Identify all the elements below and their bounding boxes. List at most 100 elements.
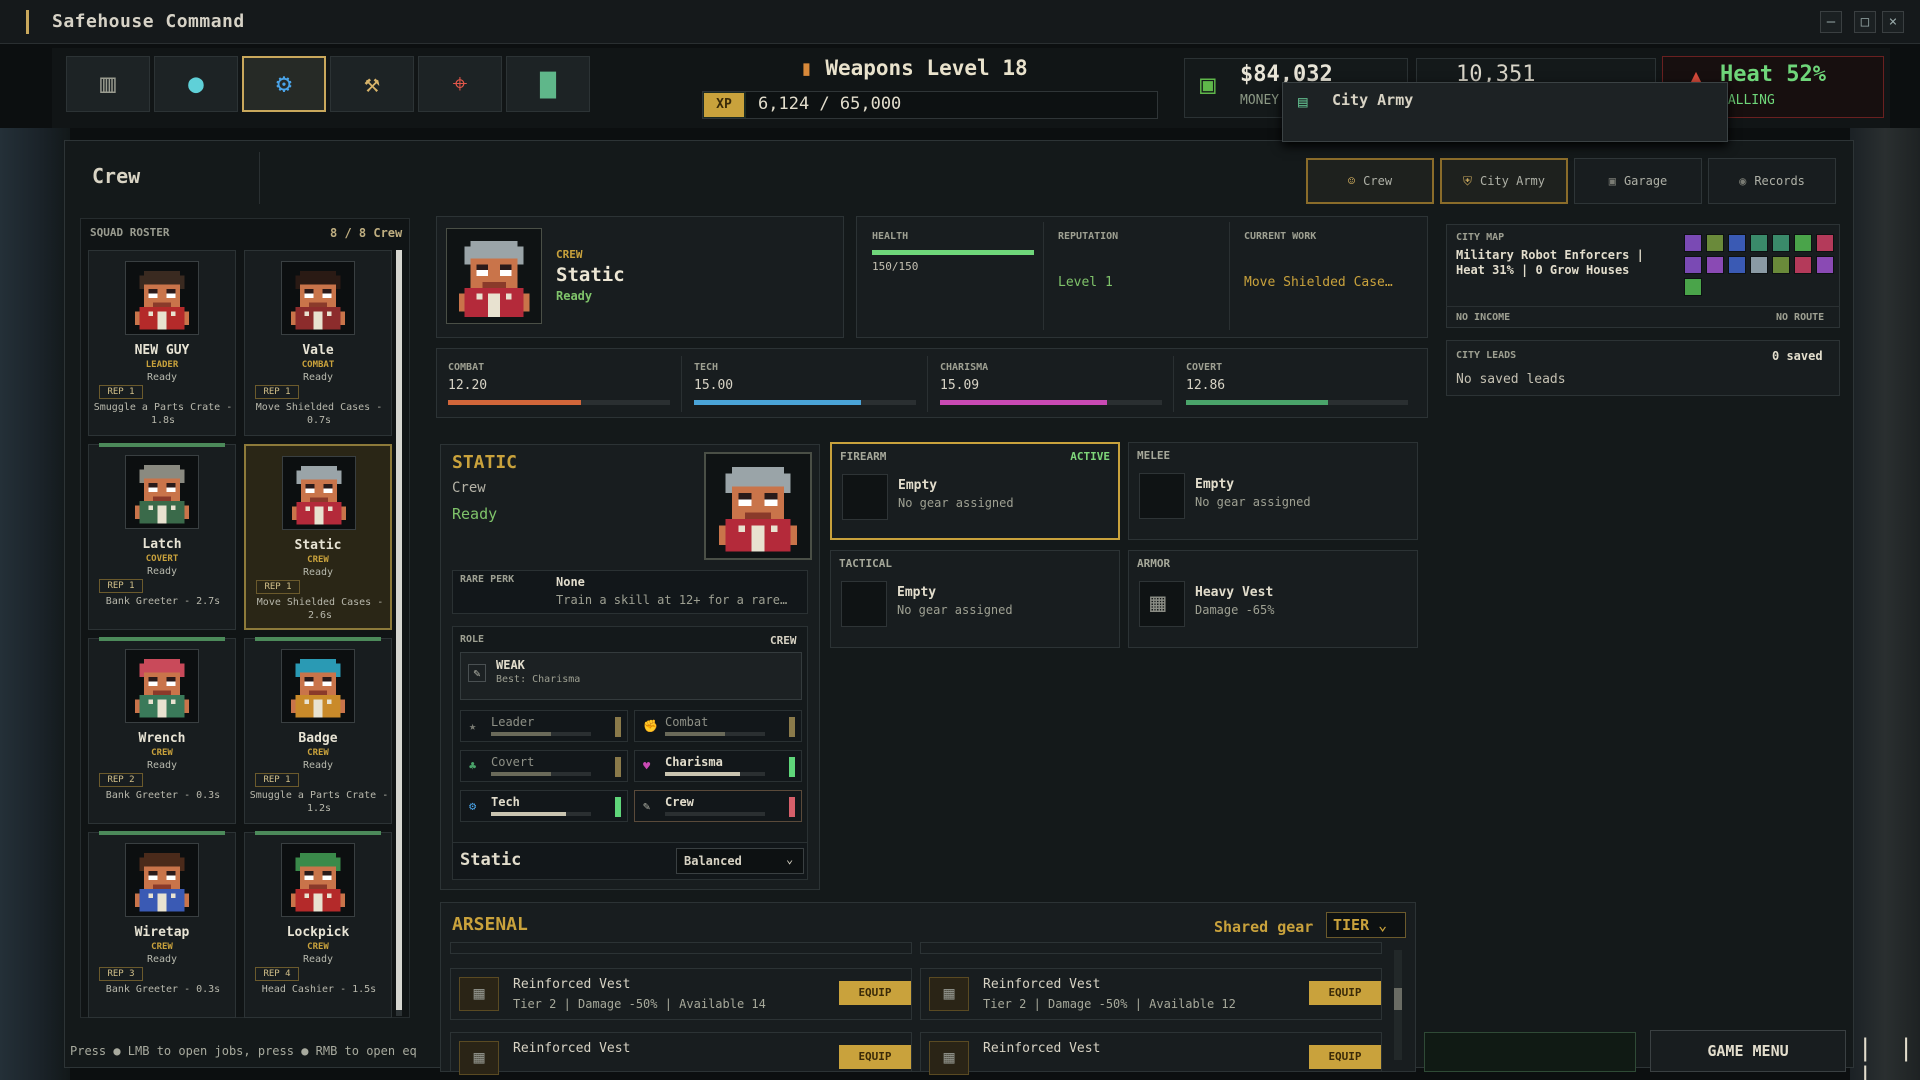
gear-subtitle: No gear assigned (897, 603, 1013, 617)
tool-button-globe[interactable]: ● (154, 56, 238, 112)
city-leads-count: 0 saved (1772, 349, 1823, 363)
tab-crew[interactable]: ☺ Crew (1306, 158, 1434, 204)
map-district-tile[interactable] (1794, 234, 1812, 252)
equip-button[interactable]: EQUIP (1309, 981, 1381, 1005)
roster-label: SQUAD ROSTER (90, 226, 170, 239)
current-work-label: CURRENT WORK (1244, 231, 1317, 242)
crew-sprite (135, 271, 189, 330)
gear-icon: ⚙ (276, 69, 292, 99)
skill-name: Crew (665, 795, 694, 809)
equip-button[interactable]: EQUIP (1309, 1045, 1381, 1069)
close-button[interactable]: × (1882, 11, 1904, 33)
skill-combat[interactable]: ✊ Combat (634, 710, 802, 742)
roster-count: 8 / 8 Crew (330, 226, 403, 240)
map-district-tile[interactable] (1750, 234, 1768, 252)
gear-icon-box (1139, 473, 1185, 519)
crew-job: Bank Greeter - 0.3s (105, 984, 221, 995)
tier-filter[interactable]: TIER ⌄ (1326, 912, 1406, 938)
crew-status: Ready (146, 760, 178, 771)
skill-bar (491, 772, 591, 776)
crew-card-vale[interactable]: Vale COMBAT Ready REP 1 Move Shielded Cases … (244, 250, 392, 436)
detail-portrait (704, 452, 812, 560)
map-district-tile[interactable] (1750, 256, 1768, 274)
skill-name: Covert (491, 755, 535, 769)
health-value: 150/150 (872, 260, 919, 273)
equip-button[interactable]: EQUIP (839, 981, 911, 1005)
xp-tag: XP (704, 93, 744, 117)
map-district-tile[interactable] (1684, 234, 1702, 252)
skill-charisma[interactable]: ♥ Charisma (634, 750, 802, 782)
reputation-label: REPUTATION (1058, 231, 1119, 242)
tool-button-chart[interactable]: ▇ (506, 56, 590, 112)
skill-leader[interactable]: ★ Leader (460, 710, 628, 742)
skill-tech[interactable]: ⚙ Tech (460, 790, 628, 822)
arsenal-scroll-thumb[interactable] (1394, 988, 1402, 1010)
skill-covert[interactable]: ♣ Covert (460, 750, 628, 782)
crew-job: Bank Greeter - 0.3s (105, 790, 221, 801)
stat-bar (694, 400, 916, 405)
crew-card-static[interactable]: Static CREW Ready REP 1 Move Shielded Cases … (244, 444, 392, 630)
pause-button[interactable]: | | | (1858, 1034, 1920, 1080)
tab-records[interactable]: ◉ Records (1708, 158, 1836, 204)
stat-combat: COMBAT 12.20 (444, 356, 682, 412)
tool-button-wrench[interactable]: ⚒ (330, 56, 414, 112)
tool-button-target[interactable]: ⌖ (418, 56, 502, 112)
gear-subtitle: No gear assigned (898, 496, 1014, 510)
minimize-button[interactable]: – (1820, 11, 1842, 33)
map-district-tile[interactable] (1728, 256, 1746, 274)
gear-slot-tactical[interactable]: TACTICAL Empty No gear assigned (830, 550, 1120, 648)
tab-garage[interactable]: ▣ Garage (1574, 158, 1702, 204)
pencil-icon: ✎ (643, 799, 651, 813)
crew-job: Move Shielded Cases - 2.6s (256, 597, 384, 621)
crew-card-lockpick[interactable]: Lockpick CREW Ready REP 4 Head Cashier - 1.5… (244, 831, 392, 1018)
map-district-tile[interactable] (1772, 256, 1790, 274)
gear-icon-box (841, 581, 887, 627)
skill-crew[interactable]: ✎ Crew (634, 790, 802, 822)
map-district-tile[interactable] (1816, 256, 1834, 274)
map-district-tile[interactable] (1772, 234, 1790, 252)
role-label: ROLE (460, 634, 485, 645)
arsenal-item-sub: Tier 2 | Damage -50% | Available 14 (513, 997, 766, 1011)
crew-status: Ready (302, 760, 334, 771)
tab-label: Records (1754, 174, 1805, 188)
map-district-tile[interactable] (1684, 256, 1702, 274)
map-district-tile[interactable] (1794, 256, 1812, 274)
tool-button-gear[interactable]: ⚙ (242, 56, 326, 112)
perk-hint: Train a skill at 12+ for a rare… (556, 593, 788, 607)
skill-bar (665, 732, 765, 736)
maximize-button[interactable]: □ (1854, 11, 1876, 33)
skill-name: Charisma (665, 755, 723, 769)
crew-card-latch[interactable]: Latch COVERT Ready REP 1 Bank Greeter - 2.7s (88, 443, 236, 630)
crew-role: COVERT (145, 554, 179, 564)
crew-card-wiretap[interactable]: Wiretap CREW Ready REP 3 Bank Greeter - 0.3s (88, 831, 236, 1018)
skill-name: Leader (491, 715, 535, 729)
map-district-tile[interactable] (1728, 234, 1746, 252)
ledger-icon: ▥ (100, 69, 116, 99)
gear-slot-firearm[interactable]: FIREARM ACTIVE Empty No gear assigned (830, 442, 1120, 540)
gear-slot-melee[interactable]: MELEE Empty No gear assigned (1128, 442, 1418, 540)
crew-card-new-guy[interactable]: NEW GUY LEADER Ready REP 1 Smuggle a Parts C… (88, 250, 236, 436)
window-titlebar (0, 0, 1920, 44)
crew-name: Lockpick (286, 925, 350, 940)
crew-sprite (135, 465, 189, 524)
leaf-icon: ♣ (469, 759, 477, 773)
stat-bar (1186, 400, 1408, 405)
equip-button[interactable]: EQUIP (839, 1045, 911, 1069)
roster-scroll-thumb[interactable] (396, 250, 402, 1010)
crew-portrait (282, 456, 356, 530)
chart-icon: ▇ (540, 69, 556, 99)
crew-portrait (281, 261, 355, 335)
map-district-tile[interactable] (1706, 234, 1724, 252)
tool-button-ledger[interactable]: ▥ (66, 56, 150, 112)
crew-card-wrench[interactable]: Wrench CREW Ready REP 2 Bank Greeter - 0.3s (88, 637, 236, 824)
tier-filter-label: TIER (1333, 916, 1370, 934)
gear-slot-armor[interactable]: ARMOR ▦ Heavy Vest Damage -65% (1128, 550, 1418, 648)
crew-card-badge[interactable]: Badge CREW Ready REP 1 Smuggle a Parts Crate… (244, 637, 392, 824)
tab-city-army[interactable]: ⛨ City Army (1440, 158, 1568, 204)
role-card-title: WEAK (496, 658, 525, 672)
game-menu-button[interactable]: GAME MENU (1650, 1030, 1846, 1072)
crew-role: CREW (307, 942, 329, 952)
map-district-tile[interactable] (1706, 256, 1724, 274)
map-district-tile[interactable] (1816, 234, 1834, 252)
map-district-tile[interactable] (1684, 278, 1702, 296)
